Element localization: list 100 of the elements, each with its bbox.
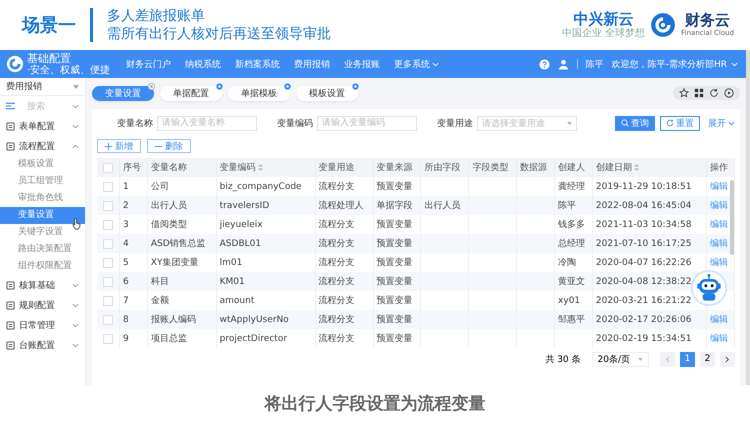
table-cell: 流程分支 bbox=[318, 315, 355, 325]
table-cell: 冷陶 bbox=[558, 258, 576, 268]
page-button[interactable]: 2 bbox=[700, 352, 715, 366]
sidebar-item[interactable]: 表单配置 bbox=[0, 116, 85, 136]
caret-icon bbox=[567, 122, 572, 124]
edit-link[interactable]: 编辑 bbox=[710, 334, 728, 344]
caret-icon bbox=[73, 84, 79, 88]
table-cell: 2021-11-03 10:34:58 bbox=[596, 220, 692, 230]
table-cell: 金额 bbox=[150, 296, 169, 306]
app-slogan: ·安全、权威、便捷 bbox=[27, 65, 110, 76]
search-button[interactable]: 查询 bbox=[615, 116, 655, 130]
table-cell: 2020-04-07 16:22:26 bbox=[596, 258, 692, 268]
dot-icon bbox=[284, 82, 291, 90]
row-checkbox[interactable] bbox=[103, 220, 113, 230]
column-header: 变量来源 bbox=[376, 162, 413, 174]
row-checkbox[interactable] bbox=[103, 334, 113, 344]
sidebar-subitem[interactable]: 路由决策配置 bbox=[0, 241, 85, 258]
grid-icon[interactable] bbox=[694, 88, 704, 98]
nav-link[interactable]: 费用报销 bbox=[294, 58, 330, 70]
select-all-checkbox[interactable] bbox=[103, 162, 113, 172]
sort-icon[interactable] bbox=[258, 164, 263, 171]
edit-link[interactable]: 编辑 bbox=[710, 258, 728, 268]
column-header: 变量用途 bbox=[318, 162, 355, 174]
sidebar-subitem[interactable]: 组件权限配置 bbox=[0, 258, 85, 275]
row-checkbox[interactable] bbox=[103, 276, 113, 286]
slide-title: 多人差旅报账单 bbox=[107, 7, 206, 25]
nav-link[interactable]: 业务报账 bbox=[344, 58, 380, 70]
table-cell: 黄亚文 bbox=[558, 277, 586, 287]
previous-page-button[interactable] bbox=[660, 352, 675, 366]
reset-button[interactable]: 重置 bbox=[660, 116, 700, 130]
chevron-right-icon bbox=[725, 356, 730, 362]
nav-link[interactable]: 新档案系统 bbox=[235, 58, 280, 70]
sidebar-subitem[interactable]: 员工组管理 bbox=[0, 173, 85, 190]
input-field[interactable]: 请输入变量名称 bbox=[157, 116, 257, 130]
page-size-select[interactable]: 20条/页 bbox=[592, 352, 649, 366]
sidebar-subitem[interactable]: 模板设置 bbox=[0, 156, 85, 173]
close-icon[interactable] bbox=[148, 82, 155, 90]
delete-button[interactable]: 删除 bbox=[147, 139, 191, 153]
row-checkbox[interactable] bbox=[103, 314, 113, 324]
page-button[interactable]: 1 bbox=[680, 352, 695, 366]
filter-label: 变量编码 bbox=[277, 118, 313, 130]
star-icon[interactable] bbox=[679, 88, 689, 98]
sidebar-subitem[interactable]: 审批角色线 bbox=[0, 190, 85, 207]
play-icon[interactable] bbox=[724, 88, 734, 98]
robot-assistant-icon[interactable] bbox=[691, 270, 727, 306]
table-cell: 公司 bbox=[150, 182, 169, 192]
tab[interactable]: 模板设置 bbox=[296, 86, 358, 100]
sort-icon[interactable] bbox=[634, 164, 639, 171]
table-cell: 预置变量 bbox=[376, 296, 413, 306]
next-page-button[interactable] bbox=[720, 352, 735, 366]
refresh-icon[interactable] bbox=[709, 88, 719, 98]
table-cell: ASD销售总监 bbox=[150, 239, 206, 249]
sidebar-item[interactable]: 核算基础 bbox=[0, 275, 85, 295]
help-icon[interactable] bbox=[538, 58, 550, 70]
dot-icon bbox=[216, 82, 223, 90]
edit-link[interactable]: 编辑 bbox=[710, 182, 728, 192]
chevron-icon bbox=[72, 322, 79, 328]
row-checkbox[interactable] bbox=[103, 296, 113, 306]
sidebar-search[interactable]: 搜索 bbox=[0, 96, 85, 116]
table-cell: 3 bbox=[123, 220, 129, 230]
tab[interactable]: 单据配置 bbox=[160, 86, 222, 100]
slide-title: 需所有出行人核对后再送至领导审批 bbox=[107, 25, 331, 43]
expand-link[interactable]: 展开 bbox=[708, 116, 735, 130]
edit-link[interactable]: 编辑 bbox=[710, 220, 728, 230]
nav-link[interactable]: 更多系统 bbox=[394, 58, 439, 70]
table-cell: projectDirector bbox=[220, 334, 288, 344]
sidebar-item[interactable]: 日常管理 bbox=[0, 315, 85, 335]
sidebar-item[interactable]: 规则配置 bbox=[0, 295, 85, 315]
row-checkbox[interactable] bbox=[103, 182, 113, 192]
sidebar-item[interactable]: 台账配置 bbox=[0, 335, 85, 355]
menu-item-icon bbox=[6, 122, 15, 130]
sidebar-subitem[interactable]: 关键字设置 bbox=[0, 224, 85, 241]
app-logo-icon bbox=[6, 55, 24, 73]
table-cell: 出行人员 bbox=[150, 201, 187, 211]
sidebar-subitem[interactable]: 变量设置 bbox=[0, 207, 85, 224]
brand-name: 中兴新云 bbox=[574, 11, 634, 28]
user-menu[interactable]: 欢迎您，陈平-需求分析部HR bbox=[612, 58, 738, 70]
row-checkbox[interactable] bbox=[103, 200, 113, 210]
tab[interactable]: 单据模板 bbox=[228, 86, 290, 100]
add-button[interactable]: 新增 bbox=[97, 139, 141, 153]
table-cell: 流程分支 bbox=[318, 182, 355, 192]
row-checkbox[interactable] bbox=[103, 258, 113, 268]
nav-link[interactable]: 财务云门户 bbox=[126, 58, 171, 70]
table-cell: 预置变量 bbox=[376, 334, 413, 344]
table-cell: 6 bbox=[123, 276, 129, 286]
nav-link[interactable]: 纳税系统 bbox=[185, 58, 221, 70]
input-field[interactable]: 请输入变量编码 bbox=[317, 116, 417, 130]
menu-item-icon bbox=[6, 280, 15, 290]
sidebar-item[interactable]: 流程配置 bbox=[0, 136, 85, 156]
row-checkbox[interactable] bbox=[103, 238, 113, 248]
user-icon[interactable] bbox=[558, 58, 569, 70]
table-cell: 预置变量 bbox=[376, 220, 413, 230]
table-cell: 流程处理人 bbox=[318, 201, 364, 211]
scrollbar[interactable] bbox=[730, 180, 734, 255]
tab[interactable]: 变量设置 bbox=[92, 86, 154, 100]
table-cell: lm01 bbox=[220, 258, 242, 268]
table-cell: xy01 bbox=[558, 296, 580, 306]
table-cell: KM01 bbox=[220, 276, 245, 286]
select-field[interactable]: 请选择变量用途 bbox=[477, 116, 577, 130]
table-cell: 2020-03-21 16:21:22 bbox=[596, 296, 692, 306]
